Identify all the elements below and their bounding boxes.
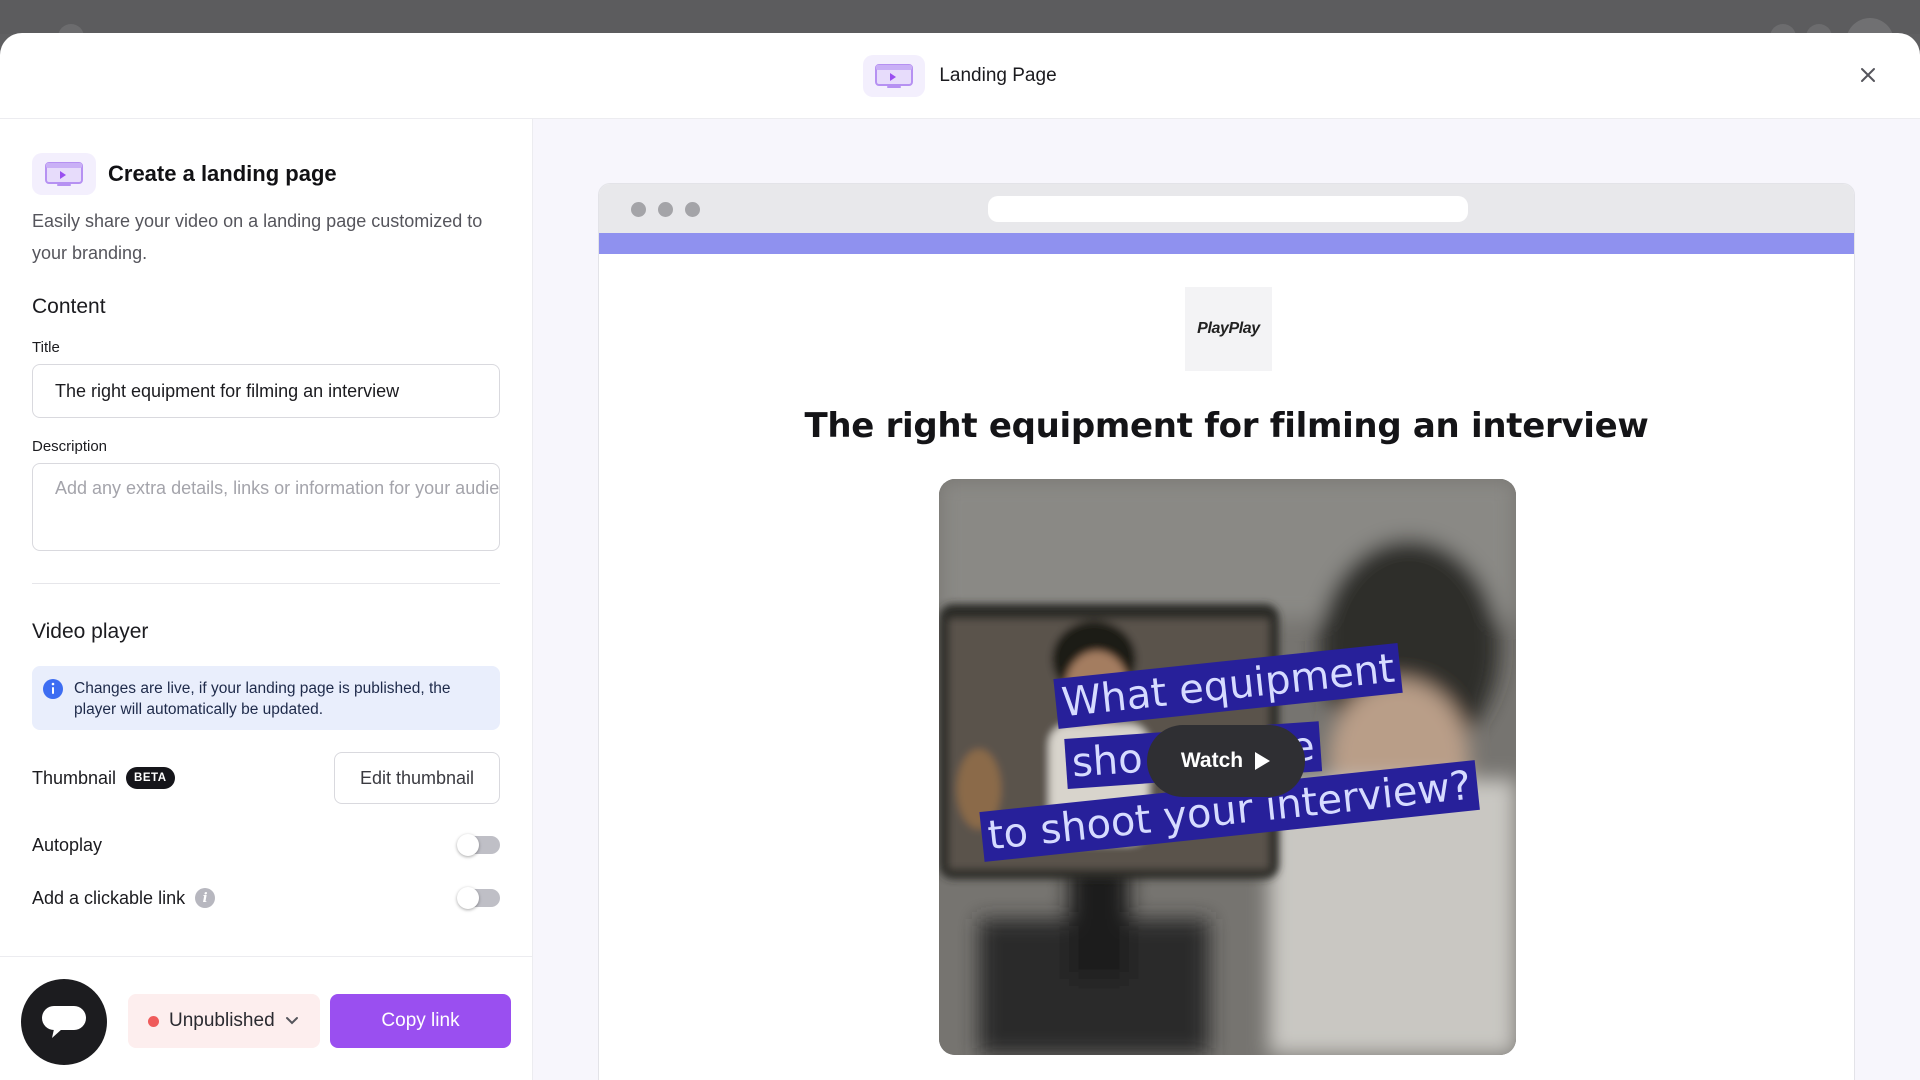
browser-mockup: PlayPlay The right equipment for filming… [598,183,1855,1080]
url-bar [988,196,1468,222]
beta-badge: BETA [126,767,175,789]
content-section-title: Content [32,295,106,318]
window-dot [685,202,700,217]
create-landing-page-title: Create a landing page [108,161,337,186]
landing-page-icon [32,153,96,195]
notice-text: Changes are live, if your landing page i… [74,680,451,718]
landing-page-title: The right equipment for filming an inter… [804,406,1649,446]
live-changes-notice: Changes are live, if your landing page i… [32,666,500,730]
landing-page-preview: PlayPlay The right equipment for filming… [533,119,1920,1080]
edit-thumbnail-button[interactable]: Edit thumbnail [334,752,500,804]
video-player-section-title: Video player [32,620,149,643]
landing-page-icon [863,54,926,97]
chat-support-button[interactable] [21,979,107,1065]
window-dot [631,202,646,217]
description-textarea[interactable]: Add any extra details, links or informat… [32,463,500,551]
chat-icon [42,1006,86,1038]
settings-panel: Create a landing page Easily share your … [0,119,533,1080]
title-label: Title [32,339,60,356]
create-landing-page-description: Easily share your video on a landing pag… [32,211,483,263]
autoplay-toggle[interactable] [457,834,500,856]
status-dot [148,1015,159,1027]
backdrop-app-bar [0,0,1920,66]
copy-link-button[interactable]: Copy link [330,994,511,1048]
publish-status-dropdown[interactable]: Unpublished [128,994,320,1048]
footer-actions: Unpublished Copy link [0,956,532,1080]
brand-color-strip [599,233,1854,254]
browser-toolbar [599,184,1854,233]
window-dot [658,202,673,217]
modal-header: Landing Page [0,33,1920,119]
modal-title: Landing Page [939,64,1057,86]
section-divider [32,583,500,584]
autoplay-label: Autoplay [32,834,103,855]
clickable-link-toggle[interactable] [457,887,500,909]
video-player[interactable]: What equipment sho use to shoot your int… [939,479,1516,1055]
settings-scroll-area[interactable]: Create a landing page Easily share your … [0,119,532,952]
brand-logo: PlayPlay [1185,287,1272,371]
status-label: Unpublished [169,1010,275,1031]
play-icon [1255,752,1271,770]
description-label: Description [32,438,108,455]
title-input[interactable]: The right equipment for filming an inter… [32,364,500,418]
clickable-link-label: Add a clickable link [32,887,186,908]
thumbnail-label: Thumbnail [32,767,117,788]
close-icon[interactable] [1852,59,1884,91]
landing-page-modal: Landing Page Create a landing page Easil… [0,33,1920,1080]
watch-button[interactable]: Watch [1147,725,1305,797]
info-icon [43,679,63,699]
info-icon[interactable]: i [195,888,216,908]
watch-label: Watch [1180,749,1244,772]
chevron-down-icon [285,1017,298,1025]
